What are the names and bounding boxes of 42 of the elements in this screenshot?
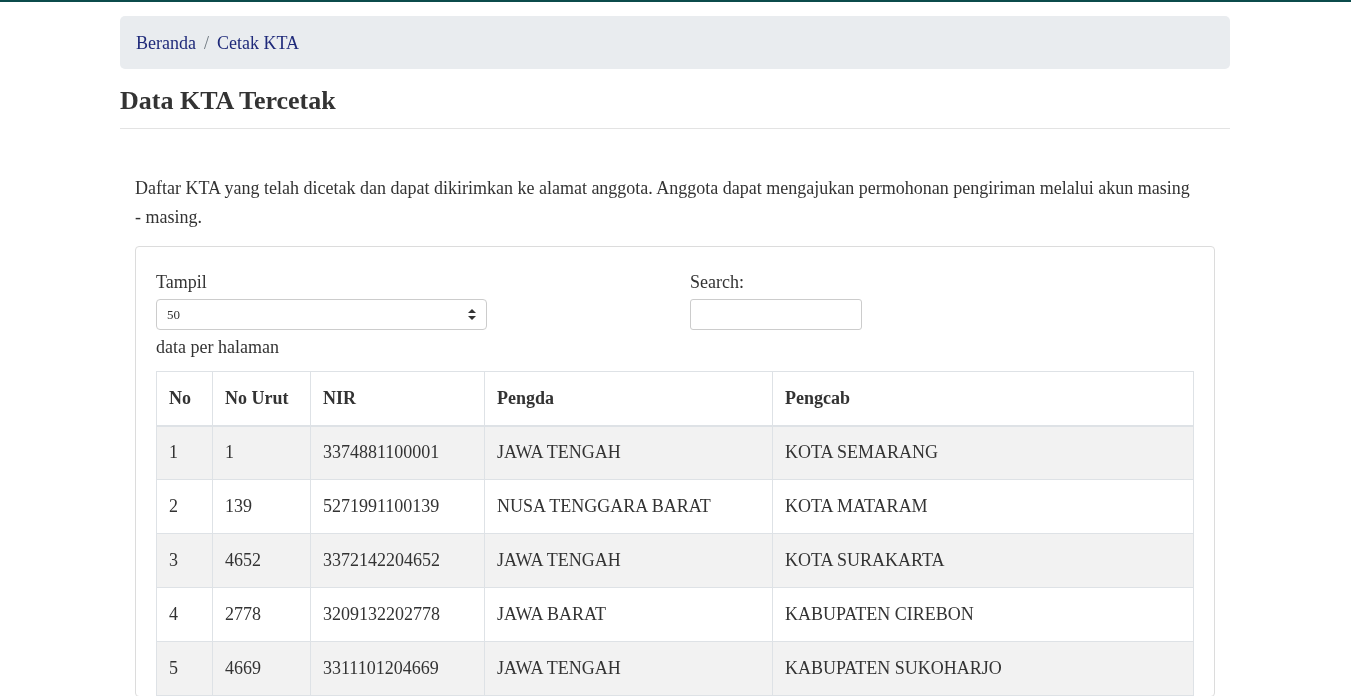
table-cell: 4: [156, 587, 213, 642]
table-cell: KABUPATEN SUKOHARJO: [772, 641, 1194, 696]
page-size-select[interactable]: 50: [156, 299, 487, 331]
search-label: Search:: [690, 271, 744, 295]
table-cell: JAWA BARAT: [484, 587, 773, 642]
search-field[interactable]: [690, 299, 862, 331]
table-cell: JAWA TENGAH: [484, 425, 773, 480]
table-cell: KOTA MATARAM: [772, 479, 1194, 534]
breadcrumb-link[interactable]: Beranda: [136, 30, 196, 55]
table-cell: JAWA TENGAH: [484, 641, 773, 696]
table-cell: 3311101204669: [310, 641, 485, 696]
table-cell: 1: [212, 425, 311, 480]
length-suffix: data per halaman: [156, 336, 279, 360]
column-header[interactable]: No: [156, 371, 213, 426]
description-text: Daftar KTA yang telah dicetak dan dapat dikirimkan ke alamat anggota. Anggota dapat mengajukan permohonan pengiriman melalui akun masing - masing.: [135, 177, 1191, 230]
table-cell: 2778: [212, 587, 311, 642]
table-cell: 4669: [212, 641, 311, 696]
table-cell: KOTA SEMARANG: [772, 425, 1194, 480]
table-cell: 5: [156, 641, 213, 696]
table-cell: 4652: [212, 533, 311, 588]
table-cell: 1: [156, 425, 213, 480]
table-cell: 3209132202778: [310, 587, 485, 642]
table-cell: KOTA SURAKARTA: [772, 533, 1194, 588]
page-title: Data KTA Tercetak: [120, 85, 1230, 130]
table-cell: JAWA TENGAH: [484, 533, 773, 588]
table-cell: 3372142204652: [310, 533, 485, 588]
breadcrumb-link[interactable]: Cetak KTA: [217, 30, 300, 55]
table-cell: 3: [156, 533, 213, 588]
table-cell: KABUPATEN CIREBON: [772, 587, 1194, 642]
table-cell: NUSA TENGGARA BARAT: [484, 479, 773, 534]
column-header[interactable]: NIR: [310, 371, 485, 426]
table-cell: 5271991100139: [310, 479, 485, 534]
column-header[interactable]: Pengda: [484, 371, 773, 426]
select-value: 50: [167, 305, 180, 324]
breadcrumb-separator: /: [202, 32, 210, 55]
sort-arrows-icon: [468, 309, 476, 321]
column-header[interactable]: Pengcab: [772, 371, 1194, 426]
table-cell: 2: [156, 479, 213, 534]
table-cell: 139: [212, 479, 311, 534]
table-cell: 3374881100001: [310, 425, 485, 480]
length-label: Tampil: [156, 271, 207, 295]
column-header[interactable]: No Urut: [212, 371, 311, 426]
